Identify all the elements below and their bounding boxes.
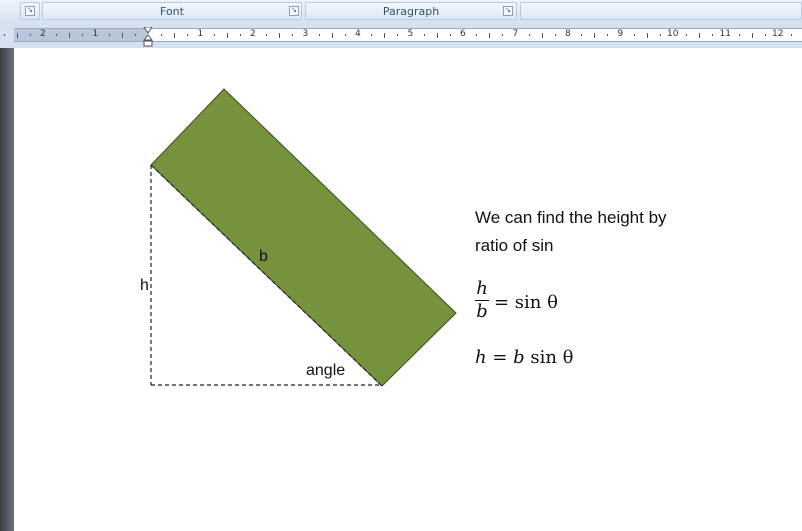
ruler-tick — [423, 34, 425, 36]
ruler-tick — [791, 34, 793, 36]
ruler-tick — [226, 33, 228, 38]
ruler-number: 10 — [667, 29, 679, 39]
ruler-tick — [607, 34, 609, 36]
green-rectangle[interactable] — [150, 88, 457, 387]
ruler-tick — [239, 34, 241, 36]
ruler-tick — [344, 34, 346, 36]
ruler-number: 9 — [617, 29, 624, 39]
ruler-tick — [646, 33, 648, 38]
ruler-tick — [187, 34, 189, 36]
ribbon-group-paragraph: Paragraph ↘ — [305, 2, 517, 20]
ruler-tick — [686, 34, 688, 36]
ruler-tick — [174, 33, 176, 38]
paragraph-dialog-launcher-icon[interactable]: ↘ — [503, 6, 513, 16]
ribbon-group-clipboard: ↘ — [20, 2, 40, 20]
explanation-text: We can find the height by ratio of sin — [475, 204, 667, 260]
ruler-tick — [764, 34, 766, 36]
label-h: h — [140, 277, 149, 294]
ruler-tick — [594, 33, 596, 38]
ruler-tick — [384, 33, 386, 38]
ruler-tick — [633, 34, 635, 36]
fraction-numerator: h — [476, 278, 488, 299]
font-group-label: Font — [160, 5, 184, 18]
ruler-left-margin — [14, 29, 148, 41]
ribbon-group-styles — [520, 2, 802, 20]
ruler-tick — [751, 33, 753, 38]
ruler-tick — [502, 34, 504, 36]
ruler-number: 1 — [197, 29, 204, 39]
ruler-tick — [581, 34, 583, 36]
ruler-tick — [476, 34, 478, 36]
ruler-number: 6 — [460, 29, 466, 39]
ruler-tick — [397, 34, 399, 36]
label-angle: angle — [306, 362, 346, 379]
ruler-tick — [699, 33, 701, 38]
ruler-number: 4 — [355, 29, 361, 39]
ruler-tick — [659, 34, 661, 36]
clipboard-dialog-launcher-icon[interactable]: ↘ — [25, 6, 35, 16]
ruler-tick — [436, 33, 438, 38]
equation-2-b: b — [513, 347, 525, 368]
equation-1-rhs: = sin θ — [494, 292, 558, 313]
ruler-tick — [489, 33, 491, 38]
horizontal-ruler-area: 2 1 1 2 3 4 5 6 7 8 9 10 11 12 — [0, 22, 802, 48]
ruler-tick — [371, 34, 373, 36]
ruler-tick — [266, 34, 268, 36]
ruler-tick — [331, 33, 333, 38]
ruler-tick — [121, 33, 123, 38]
ruler-tick — [3, 34, 5, 36]
ruler-tick — [213, 34, 215, 36]
ruler-tick — [449, 34, 451, 36]
ruler-tick — [82, 34, 84, 36]
ruler-number: 5 — [407, 29, 414, 39]
ruler-number: 12 — [772, 29, 784, 39]
ruler-tick — [161, 34, 163, 36]
ruler-tick — [69, 33, 71, 38]
explanation-line-2: ratio of sin — [475, 236, 554, 255]
ruler-tick — [318, 34, 320, 36]
ribbon-group-font: Font ↘ — [42, 2, 302, 20]
ruler-tick — [108, 34, 110, 36]
font-dialog-launcher-icon[interactable]: ↘ — [289, 6, 299, 16]
ruler-tick — [292, 34, 294, 36]
equation-2-equals: = — [486, 347, 514, 368]
ruler-tick — [56, 34, 58, 36]
ruler-tick — [279, 33, 281, 38]
ruler-number: 11 — [719, 29, 731, 39]
label-b: b — [259, 248, 268, 265]
ruler-tick — [29, 34, 31, 36]
ruler-tick — [528, 34, 530, 36]
fraction-denominator: b — [476, 301, 488, 322]
triangle-diagram — [150, 88, 457, 387]
ruler-number: 3 — [302, 29, 309, 39]
ruler-tick — [738, 34, 740, 36]
ruler-tick — [541, 33, 543, 38]
ruler-tick — [134, 34, 136, 36]
equation-2-h: h — [475, 347, 487, 368]
explanation-line-1: We can find the height by — [475, 208, 667, 227]
paragraph-group-label: Paragraph — [382, 5, 440, 18]
equation-2-sin: sin θ — [524, 347, 574, 368]
ruler-number: 2 — [250, 29, 256, 39]
equation-2: h = b sin θ — [475, 347, 574, 368]
ruler-number: 1 — [92, 29, 99, 39]
ruler-number: 2 — [40, 29, 46, 39]
horizontal-ruler[interactable]: 2 1 1 2 3 4 5 6 7 8 9 10 11 12 — [3, 28, 802, 42]
ruler-tick — [554, 34, 556, 36]
ruler-number: 7 — [512, 29, 519, 39]
ruler-number: 8 — [565, 29, 571, 39]
indent-marker-icon[interactable] — [143, 27, 153, 47]
ribbon-group-bar: ↘ Font ↘ Paragraph ↘ — [0, 0, 802, 23]
fraction-h-over-b: h b — [475, 278, 489, 323]
ruler-tick — [16, 33, 18, 38]
ruler-tick — [712, 34, 714, 36]
